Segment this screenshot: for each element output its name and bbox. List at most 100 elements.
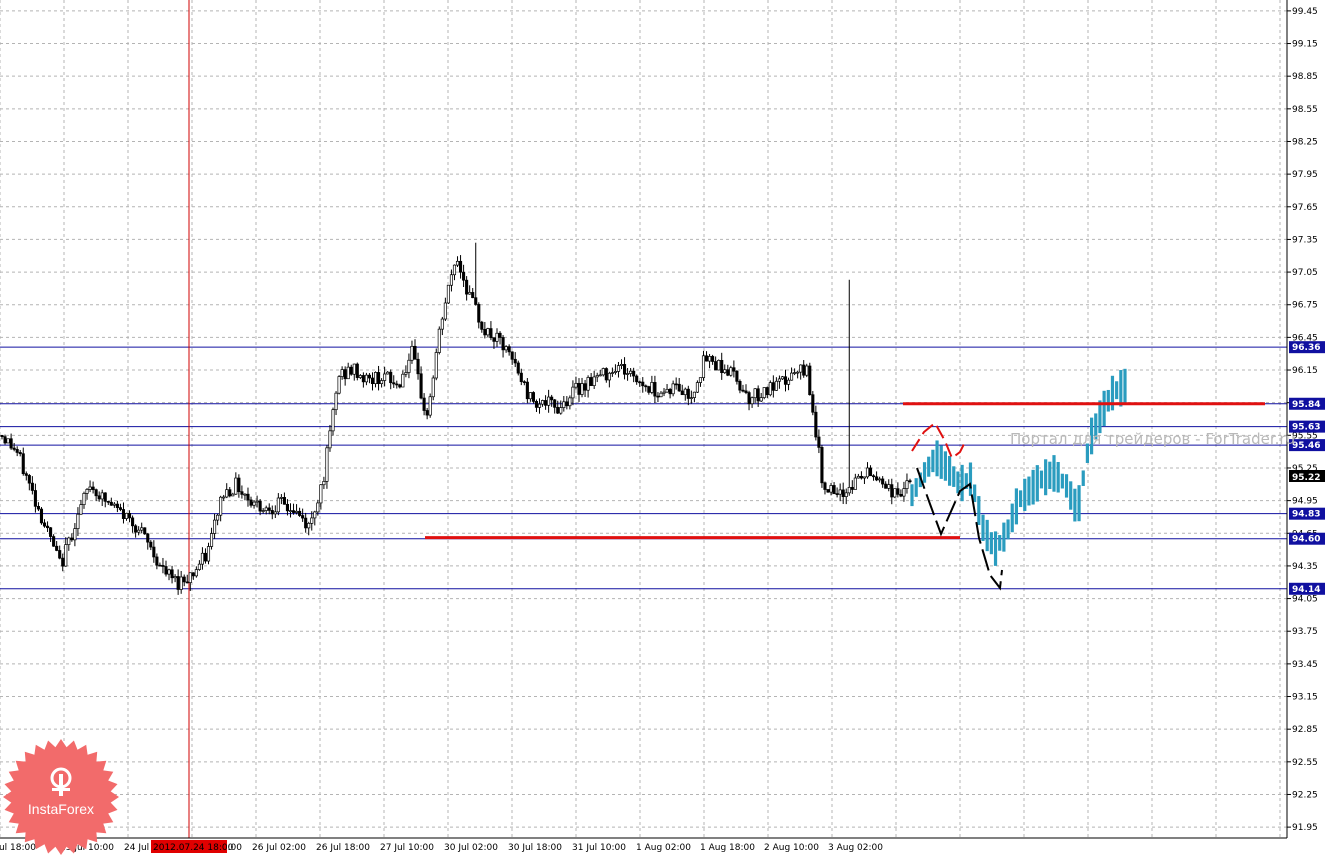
forecast-bar	[1064, 474, 1069, 498]
forecast-bar	[1077, 485, 1081, 522]
forecast-bar	[1056, 461, 1060, 493]
candle-body	[468, 292, 472, 295]
candle-body	[814, 411, 818, 438]
forecast-bar	[1027, 476, 1031, 506]
forecast-bar	[968, 462, 973, 496]
candle-body	[443, 302, 447, 320]
candle-body	[118, 507, 122, 510]
candle-body	[100, 492, 104, 500]
candle-body	[665, 388, 669, 393]
candle-body	[847, 487, 851, 494]
candle-body	[407, 359, 411, 373]
forecast-bar	[1014, 488, 1019, 525]
candle-body	[741, 389, 745, 392]
y-tick-label: 94.35	[1292, 562, 1318, 572]
candle-body	[875, 476, 879, 481]
candle-body	[325, 447, 329, 482]
candle-body	[528, 392, 532, 400]
forecast-bar	[1081, 470, 1085, 486]
forecast-bar	[1035, 465, 1039, 502]
candle-body	[559, 407, 563, 414]
candle-body	[52, 536, 56, 547]
y-tick-label: 98.85	[1292, 72, 1318, 82]
candle-body	[522, 381, 526, 383]
candle-body	[273, 511, 277, 515]
candle-body	[598, 374, 602, 377]
candle-body	[370, 377, 375, 385]
candle-body	[112, 503, 116, 506]
candle-body	[568, 397, 572, 407]
candle-body	[872, 475, 876, 478]
candle-body	[340, 369, 344, 377]
candle-body	[264, 507, 268, 511]
zigzag-annotations	[911, 421, 1003, 591]
candle-body	[49, 527, 53, 537]
candle-body	[562, 401, 566, 408]
candle-body	[471, 292, 475, 299]
candle-body	[553, 399, 557, 408]
candle-body	[619, 364, 624, 366]
candle-body	[732, 367, 736, 372]
candle-body	[802, 364, 806, 376]
y-tick-label: 97.65	[1292, 203, 1318, 213]
candle-body	[474, 297, 478, 305]
candle-body	[644, 385, 648, 388]
forecast-bar	[993, 531, 998, 566]
candle-body	[200, 552, 204, 565]
candle-body	[805, 365, 809, 376]
red-marker-lines	[425, 402, 1265, 540]
forecast-bar	[1069, 481, 1073, 510]
candle-body	[844, 492, 848, 497]
candle-body	[170, 569, 174, 579]
candle-body	[76, 513, 80, 529]
candle-body	[131, 517, 135, 527]
candle-body	[604, 368, 608, 381]
candle-body	[213, 519, 217, 534]
candle-body	[240, 491, 244, 495]
price-chart[interactable]: 99.45 99.15 98.85 98.55 98.25 97.95 97.65 97.35…	[0, 0, 1327, 858]
forecast-bar	[1002, 522, 1006, 552]
candle-body	[547, 396, 551, 406]
y-tick-label: 93.45	[1292, 660, 1318, 670]
candle-body	[140, 527, 144, 531]
candle-body	[27, 475, 31, 484]
candle-body	[85, 489, 89, 494]
candle-body	[686, 388, 690, 399]
candle-body	[152, 546, 156, 558]
candle-body	[796, 371, 800, 374]
candle-body	[622, 364, 627, 375]
candle-body	[73, 528, 77, 541]
candle-body	[850, 487, 854, 490]
y-tick-label: 98.55	[1292, 105, 1318, 115]
candle-body	[826, 489, 830, 493]
candle-body	[164, 566, 168, 575]
candle-body	[899, 494, 903, 497]
candle-body	[516, 362, 520, 374]
forecast-bar	[1044, 459, 1048, 496]
candle-body	[137, 529, 141, 533]
candle-body	[322, 481, 326, 486]
x-tick-label: 3 Aug 02:00	[828, 843, 883, 853]
candle-body	[149, 541, 153, 548]
candle-body	[671, 383, 675, 395]
candle-body	[449, 274, 453, 286]
candle-body	[431, 377, 435, 398]
candle-body	[313, 511, 317, 519]
candle-body	[404, 372, 408, 375]
candle-body	[677, 383, 681, 392]
candle-body	[440, 318, 444, 330]
candle-body	[902, 488, 906, 497]
candle-body	[410, 345, 414, 361]
forecast-bar	[1115, 381, 1119, 400]
candle-body	[750, 397, 754, 405]
x-tick-label: 1 Aug 18:00	[700, 843, 755, 853]
instaforex-logo[interactable]: InstaForex	[2, 738, 120, 856]
candle-body	[738, 381, 742, 391]
candle-body	[222, 496, 226, 499]
forecast-bar	[914, 478, 918, 497]
candle-body	[304, 517, 308, 529]
candle-body	[167, 569, 171, 575]
red-zigzag	[911, 421, 967, 460]
candle-body	[862, 476, 866, 479]
level-label: 95.46	[1292, 441, 1320, 451]
